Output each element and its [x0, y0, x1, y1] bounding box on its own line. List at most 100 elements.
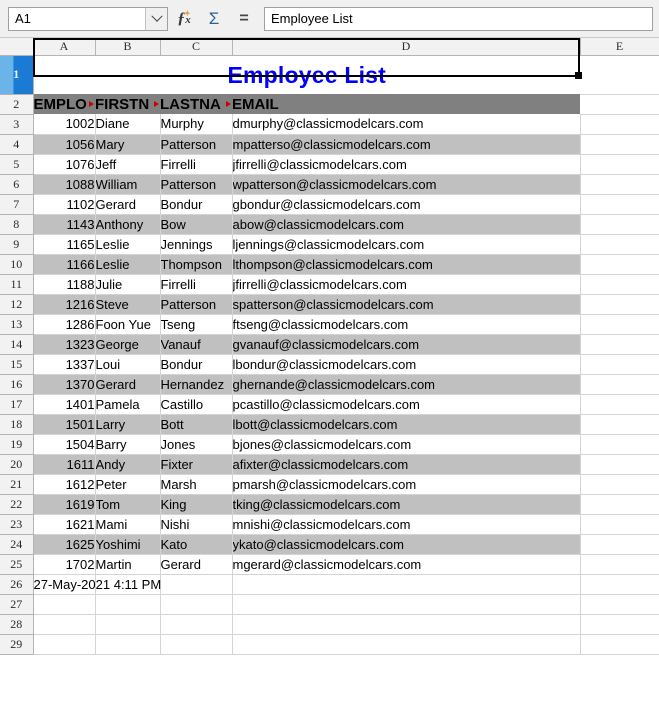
cell-e17[interactable]: [580, 394, 659, 415]
row-header-12[interactable]: 12: [0, 294, 34, 315]
cell-d6[interactable]: wpatterson@classicmodelcars.com: [232, 174, 581, 195]
row-header-20[interactable]: 20: [0, 454, 34, 475]
cell-d29[interactable]: [232, 634, 581, 655]
cell-a15[interactable]: 1337: [33, 354, 96, 375]
cell-d27[interactable]: [232, 594, 581, 615]
cell-b29[interactable]: [95, 634, 161, 655]
column-header-a[interactable]: A: [33, 38, 96, 56]
cell-e10[interactable]: [580, 254, 659, 275]
cell-b11[interactable]: Julie: [95, 274, 161, 295]
cell-a17[interactable]: 1401: [33, 394, 96, 415]
cell-e24[interactable]: [580, 534, 659, 555]
cell-d24[interactable]: ykato@classicmodelcars.com: [232, 534, 581, 555]
cell-a28[interactable]: [33, 614, 96, 635]
sum-sigma-icon[interactable]: Σ: [200, 6, 228, 32]
cell-b6[interactable]: William: [95, 174, 161, 195]
cell-d19[interactable]: bjones@classicmodelcars.com: [232, 434, 581, 455]
cell-b28[interactable]: [95, 614, 161, 635]
cell-b13[interactable]: Foon Yue: [95, 314, 161, 335]
cell-c12[interactable]: Patterson: [160, 294, 233, 315]
row-header-25[interactable]: 25: [0, 554, 34, 575]
cell-c28[interactable]: [160, 614, 233, 635]
cell-a21[interactable]: 1612: [33, 474, 96, 495]
cell-a3[interactable]: 1002: [33, 114, 96, 135]
cell-c14[interactable]: Vanauf: [160, 334, 233, 355]
row-header-14[interactable]: 14: [0, 334, 34, 355]
cell-c15[interactable]: Bondur: [160, 354, 233, 375]
cell-b25[interactable]: Martin: [95, 554, 161, 575]
cell-a13[interactable]: 1286: [33, 314, 96, 335]
row-header-28[interactable]: 28: [0, 614, 34, 635]
cell-c10[interactable]: Thompson: [160, 254, 233, 275]
cell-c29[interactable]: [160, 634, 233, 655]
row-header-10[interactable]: 10: [0, 254, 34, 275]
cell-e22[interactable]: [580, 494, 659, 515]
cell-c20[interactable]: Fixter: [160, 454, 233, 475]
cell-d22[interactable]: tking@classicmodelcars.com: [232, 494, 581, 515]
cell-a1-title[interactable]: Employee List: [33, 55, 580, 94]
cell-e7[interactable]: [580, 194, 659, 215]
cell-e26[interactable]: [580, 574, 659, 595]
row-header-9[interactable]: 9: [0, 234, 34, 255]
name-box[interactable]: A1: [8, 6, 168, 31]
cell-e27[interactable]: [580, 594, 659, 615]
cell-e3[interactable]: [580, 114, 659, 135]
cell-d9[interactable]: ljennings@classicmodelcars.com: [232, 234, 581, 255]
cell-e19[interactable]: [580, 434, 659, 455]
cell-b2-header[interactable]: FIRSTN: [95, 94, 160, 114]
row-header-16[interactable]: 16: [0, 374, 34, 395]
chevron-down-icon[interactable]: [145, 7, 167, 30]
cell-b19[interactable]: Barry: [95, 434, 161, 455]
row-header-3[interactable]: 3: [0, 114, 34, 135]
row-header-21[interactable]: 21: [0, 474, 34, 495]
cell-d4[interactable]: mpatterso@classicmodelcars.com: [232, 134, 581, 155]
cell-a22[interactable]: 1619: [33, 494, 96, 515]
cell-b4[interactable]: Mary: [95, 134, 161, 155]
cell-e16[interactable]: [580, 374, 659, 395]
cell-a8[interactable]: 1143: [33, 214, 96, 235]
cell-c17[interactable]: Castillo: [160, 394, 233, 415]
cell-c23[interactable]: Nishi: [160, 514, 233, 535]
cell-d10[interactable]: lthompson@classicmodelcars.com: [232, 254, 581, 275]
cell-c7[interactable]: Bondur: [160, 194, 233, 215]
cell-c4[interactable]: Patterson: [160, 134, 233, 155]
cell-d15[interactable]: lbondur@classicmodelcars.com: [232, 354, 581, 375]
row-header-19[interactable]: 19: [0, 434, 34, 455]
row-header-23[interactable]: 23: [0, 514, 34, 535]
row-header-6[interactable]: 6: [0, 174, 34, 195]
cell-a19[interactable]: 1504: [33, 434, 96, 455]
cell-e9[interactable]: [580, 234, 659, 255]
cell-d2-header[interactable]: EMAIL: [232, 94, 580, 114]
cell-b3[interactable]: Diane: [95, 114, 161, 135]
cell-e23[interactable]: [580, 514, 659, 535]
cell-c16[interactable]: Hernandez: [160, 374, 233, 395]
row-header-29[interactable]: 29: [0, 634, 34, 655]
cell-e20[interactable]: [580, 454, 659, 475]
cell-c13[interactable]: Tseng: [160, 314, 233, 335]
cell-b22[interactable]: Tom: [95, 494, 161, 515]
cell-b12[interactable]: Steve: [95, 294, 161, 315]
cell-e28[interactable]: [580, 614, 659, 635]
cell-d13[interactable]: ftseng@classicmodelcars.com: [232, 314, 581, 335]
cell-e13[interactable]: [580, 314, 659, 335]
cell-d11[interactable]: jfirrelli@classicmodelcars.com: [232, 274, 581, 295]
cell-b23[interactable]: Mami: [95, 514, 161, 535]
cell-a9[interactable]: 1165: [33, 234, 96, 255]
cell-c24[interactable]: Kato: [160, 534, 233, 555]
cell-d3[interactable]: dmurphy@classicmodelcars.com: [232, 114, 581, 135]
cell-e1[interactable]: [580, 55, 659, 95]
cell-d7[interactable]: gbondur@classicmodelcars.com: [232, 194, 581, 215]
cell-a10[interactable]: 1166: [33, 254, 96, 275]
cell-c19[interactable]: Jones: [160, 434, 233, 455]
cell-b21[interactable]: Peter: [95, 474, 161, 495]
cell-d20[interactable]: afixter@classicmodelcars.com: [232, 454, 581, 475]
cell-b15[interactable]: Loui: [95, 354, 161, 375]
cell-d5[interactable]: jfirrelli@classicmodelcars.com: [232, 154, 581, 175]
cell-a6[interactable]: 1088: [33, 174, 96, 195]
cell-c2-header[interactable]: LASTNA: [160, 94, 232, 114]
cell-e4[interactable]: [580, 134, 659, 155]
cell-d18[interactable]: lbott@classicmodelcars.com: [232, 414, 581, 435]
cell-d17[interactable]: pcastillo@classicmodelcars.com: [232, 394, 581, 415]
cell-d14[interactable]: gvanauf@classicmodelcars.com: [232, 334, 581, 355]
cell-b9[interactable]: Leslie: [95, 234, 161, 255]
